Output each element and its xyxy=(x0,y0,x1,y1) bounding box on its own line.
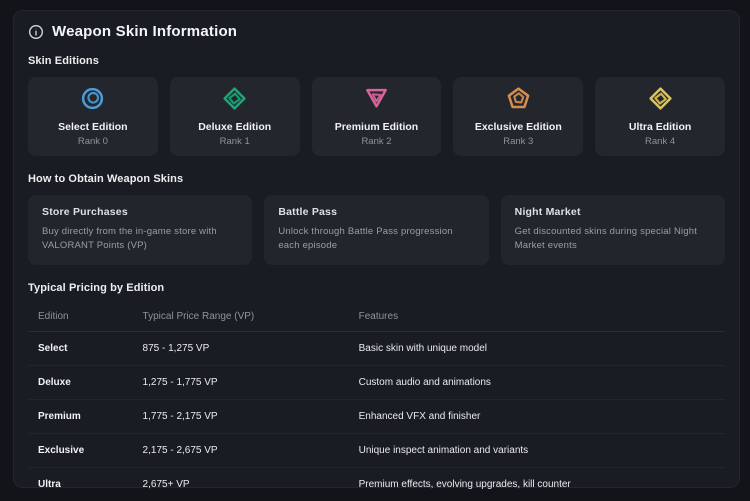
panel-header: Weapon Skin Information xyxy=(28,23,725,40)
obtain-card-title: Battle Pass xyxy=(278,206,474,218)
obtain-card-description: Buy directly from the in-game store with… xyxy=(42,225,238,254)
panel-title: Weapon Skin Information xyxy=(52,23,237,40)
edition-rank: Rank 3 xyxy=(459,136,577,147)
edition-card-premium: Premium Edition Rank 2 xyxy=(312,77,442,156)
pricing-row-premium: Premium 1,775 - 2,175 VP Enhanced VFX an… xyxy=(28,399,725,433)
obtain-card-description: Get discounted skins during special Nigh… xyxy=(515,225,711,254)
diamond-swirl-icon xyxy=(222,98,247,115)
pricing-row-ultra: Ultra 2,675+ VP Premium effects, evolvin… xyxy=(28,467,725,501)
cell-price: 875 - 1,275 VP xyxy=(133,331,349,365)
pricing-row-select: Select 875 - 1,275 VP Basic skin with un… xyxy=(28,331,725,365)
edition-rank: Rank 2 xyxy=(318,136,436,147)
cell-edition: Exclusive xyxy=(28,433,133,467)
cell-edition: Ultra xyxy=(28,467,133,501)
diamond-swirl-icon xyxy=(648,98,673,115)
obtain-card-title: Store Purchases xyxy=(42,206,238,218)
circle-swirl-icon xyxy=(80,98,105,115)
pricing-row-exclusive: Exclusive 2,175 - 2,675 VP Unique inspec… xyxy=(28,433,725,467)
obtain-card-title: Night Market xyxy=(515,206,711,218)
editions-heading: Skin Editions xyxy=(28,55,725,67)
cell-edition: Select xyxy=(28,331,133,365)
cell-price: 1,275 - 1,775 VP xyxy=(133,365,349,399)
column-header-price: Typical Price Range (VP) xyxy=(133,302,349,332)
cell-features: Enhanced VFX and finisher xyxy=(349,399,725,433)
triangle-down-swirl-icon xyxy=(364,98,389,115)
cell-features: Premium effects, evolving upgrades, kill… xyxy=(349,467,725,501)
obtain-card-battle-pass: Battle Pass Unlock through Battle Pass p… xyxy=(264,195,488,265)
edition-name: Ultra Edition xyxy=(601,121,719,133)
edition-name: Premium Edition xyxy=(318,121,436,133)
cell-features: Custom audio and animations xyxy=(349,365,725,399)
weapon-skin-info-panel: Weapon Skin Information Skin Editions Se… xyxy=(13,10,740,488)
cell-price: 2,675+ VP xyxy=(133,467,349,501)
obtain-card-description: Unlock through Battle Pass progression e… xyxy=(278,225,474,254)
obtain-card-store-purchases: Store Purchases Buy directly from the in… xyxy=(28,195,252,265)
info-icon xyxy=(28,24,44,40)
cell-edition: Deluxe xyxy=(28,365,133,399)
cell-edition: Premium xyxy=(28,399,133,433)
edition-rank: Rank 0 xyxy=(34,136,152,147)
cell-features: Unique inspect animation and variants xyxy=(349,433,725,467)
cell-features: Basic skin with unique model xyxy=(349,331,725,365)
cell-price: 2,175 - 2,675 VP xyxy=(133,433,349,467)
pentagon-swirl-icon xyxy=(506,98,531,115)
column-header-edition: Edition xyxy=(28,302,133,332)
obtain-card-night-market: Night Market Get discounted skins during… xyxy=(501,195,725,265)
edition-card-select: Select Edition Rank 0 xyxy=(28,77,158,156)
edition-card-deluxe: Deluxe Edition Rank 1 xyxy=(170,77,300,156)
edition-card-exclusive: Exclusive Edition Rank 3 xyxy=(453,77,583,156)
pricing-heading: Typical Pricing by Edition xyxy=(28,282,725,294)
obtain-heading: How to Obtain Weapon Skins xyxy=(28,173,725,185)
edition-rank: Rank 1 xyxy=(176,136,294,147)
edition-name: Select Edition xyxy=(34,121,152,133)
edition-name: Deluxe Edition xyxy=(176,121,294,133)
pricing-row-deluxe: Deluxe 1,275 - 1,775 VP Custom audio and… xyxy=(28,365,725,399)
edition-rank: Rank 4 xyxy=(601,136,719,147)
obtain-row: Store Purchases Buy directly from the in… xyxy=(28,195,725,265)
pricing-table: Edition Typical Price Range (VP) Feature… xyxy=(28,302,725,501)
edition-name: Exclusive Edition xyxy=(459,121,577,133)
column-header-features: Features xyxy=(349,302,725,332)
cell-price: 1,775 - 2,175 VP xyxy=(133,399,349,433)
pricing-table-header-row: Edition Typical Price Range (VP) Feature… xyxy=(28,302,725,332)
editions-row: Select Edition Rank 0 Deluxe Edition Ran… xyxy=(28,77,725,156)
edition-card-ultra: Ultra Edition Rank 4 xyxy=(595,77,725,156)
